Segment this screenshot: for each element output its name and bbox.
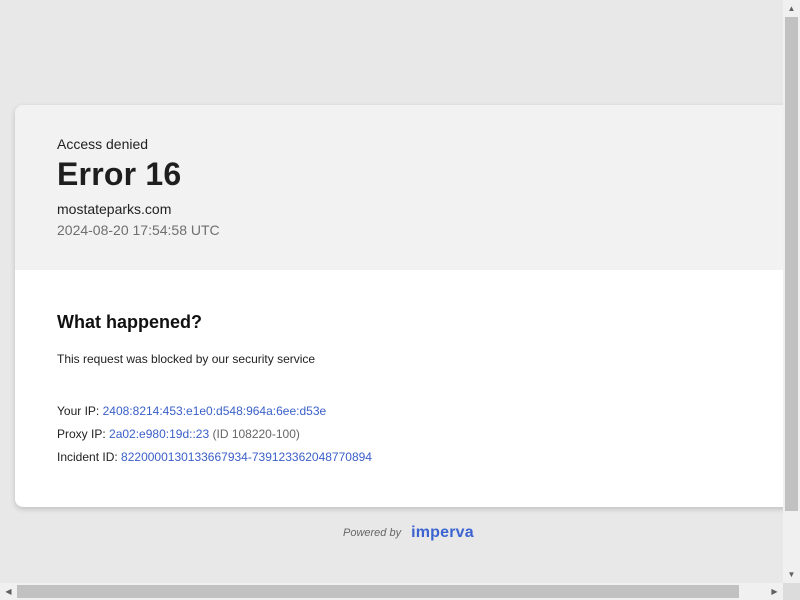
your-ip-label: Your IP: (57, 404, 100, 418)
proxy-id-text: (ID 108220-100) (212, 427, 300, 441)
scroll-up-icon[interactable]: ▲ (783, 0, 800, 17)
scrollbar-corner (783, 583, 800, 600)
vertical-scrollbar[interactable]: ▲ ▼ (783, 0, 800, 583)
powered-by-text: Powered by (343, 527, 402, 539)
vertical-scroll-thumb[interactable] (785, 17, 798, 511)
status-text: Access denied (57, 136, 149, 152)
error-header: Access denied Error 16 mostateparks.com … (15, 105, 783, 270)
powered-by: Powered by imperva (343, 524, 474, 542)
what-happened-heading: What happened? (57, 312, 202, 332)
blocked-message: This request was blocked by our security… (57, 352, 316, 366)
incident-id-label: Incident ID: (57, 450, 118, 464)
domain-text: mostateparks.com (57, 201, 172, 217)
error-card: Access denied Error 16 mostateparks.com … (15, 105, 783, 507)
your-ip-value: 2408:8214:453:e1e0:d548:964a:6ee:d53e (102, 404, 327, 418)
horizontal-scroll-thumb[interactable] (17, 585, 739, 598)
proxy-ip-value: 2a02:e980:19d::23 (109, 427, 210, 441)
your-ip-row: Your IP: 2408:8214:453:e1e0:d548:964a:6e… (57, 404, 326, 418)
proxy-ip-label: Proxy IP: (57, 427, 106, 441)
incident-id-row: Incident ID: 822000013013366793​4-739123… (57, 450, 372, 464)
incident-id-value: 822000013013366793​4-739123362048770894 (121, 450, 372, 464)
error-title: Error 16 (57, 156, 182, 192)
scroll-left-icon[interactable]: ◀ (0, 583, 17, 600)
page-viewport: Access denied Error 16 mostateparks.com … (0, 0, 783, 583)
scroll-right-icon[interactable]: ▶ (766, 583, 783, 600)
imperva-logo[interactable]: imperva (411, 524, 474, 542)
proxy-ip-row: Proxy IP: 2a02:e980:19d::23 (ID 108220-1… (57, 427, 300, 441)
horizontal-scrollbar[interactable]: ◀ ▶ (0, 583, 783, 600)
scroll-down-icon[interactable]: ▼ (783, 566, 800, 583)
timestamp-text: 2024-08-20 17:54:58 UTC (57, 222, 220, 238)
